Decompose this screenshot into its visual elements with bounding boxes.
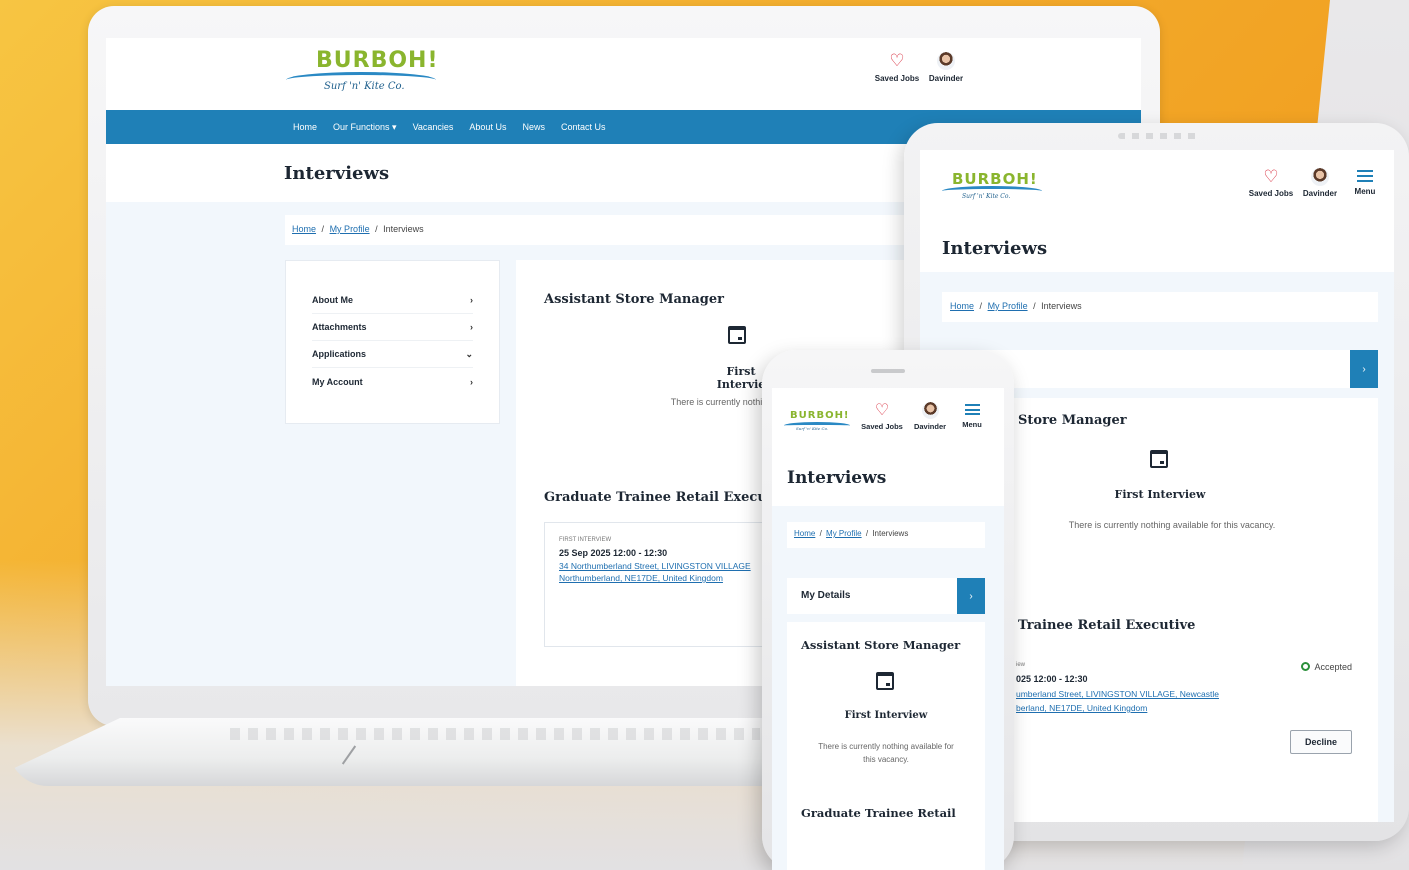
interviews-panel: Assistant Store Manager First Interview … bbox=[787, 622, 985, 870]
interview-address-link[interactable]: berland, NE17DE, United Kingdom bbox=[1016, 703, 1147, 713]
job-title: Assistant Store Manager bbox=[801, 638, 961, 652]
avatar bbox=[921, 402, 939, 419]
interview-stage: First Interview bbox=[844, 710, 928, 721]
breadcrumb-my-profile[interactable]: My Profile bbox=[330, 224, 370, 234]
menu-button[interactable]: Menu bbox=[1348, 170, 1382, 196]
interview-address-link[interactable]: umberland Street, LIVINGSTON VILLAGE, Ne… bbox=[1016, 689, 1219, 699]
hamburger-icon bbox=[964, 404, 980, 415]
job-title: Graduate Trainee Retail Executive bbox=[544, 490, 794, 505]
user-profile[interactable]: Davinder bbox=[1298, 168, 1342, 198]
interview-stage: First Interview bbox=[1114, 488, 1206, 501]
status-dot-icon bbox=[1301, 662, 1311, 671]
interview-address-link[interactable]: Northumberland, NE17DE, United Kingdom bbox=[559, 573, 723, 583]
interview-date: 25 Sep 2025 12:00 - 12:30 bbox=[559, 548, 668, 558]
chevron-right-icon: › bbox=[1362, 363, 1366, 375]
calendar-icon bbox=[728, 326, 746, 344]
job-title: Trainee Retail Executive bbox=[1018, 618, 1196, 633]
job-title: Store Manager bbox=[1018, 413, 1127, 428]
nav-about-us[interactable]: About Us bbox=[469, 122, 506, 132]
sidebar-item-my-account[interactable]: My Account › bbox=[312, 368, 473, 395]
nav-home[interactable]: Home bbox=[293, 122, 317, 132]
chevron-right-icon: › bbox=[470, 322, 473, 332]
interview-date: 025 12:00 - 12:30 bbox=[1016, 674, 1088, 684]
status-badge: Accepted bbox=[1301, 662, 1352, 672]
interview-card: iew 025 12:00 - 12:30 umberland Street, … bbox=[1002, 646, 1366, 766]
chevron-down-icon: ⌄ bbox=[465, 348, 473, 359]
brand-logo[interactable]: BURBOH! Surf 'n' Kite Co. bbox=[784, 408, 856, 438]
breadcrumb-current: Interviews bbox=[383, 224, 424, 234]
breadcrumb: Home / My Profile / Interviews bbox=[787, 522, 985, 548]
user-profile[interactable]: Davinder bbox=[908, 402, 952, 431]
avatar bbox=[1311, 168, 1329, 186]
saved-jobs-link[interactable]: ♡ Saved Jobs bbox=[1246, 167, 1296, 199]
expand-button[interactable]: › bbox=[1350, 350, 1378, 388]
site-header: BURBOH! Surf 'n' Kite Co. ♡ Saved Jobs D… bbox=[106, 38, 1141, 104]
interview-address-link[interactable]: 34 Northumberland Street, LIVINGSTON VIL… bbox=[559, 561, 751, 571]
menu-button[interactable]: Menu bbox=[956, 404, 988, 429]
decline-button[interactable]: Decline bbox=[1290, 730, 1352, 754]
brand-logo[interactable]: BURBOH! Surf 'n' Kite Co. bbox=[286, 48, 446, 98]
phone-screen: BURBOH! Surf 'n' Kite Co. ♡ Saved Jobs D… bbox=[772, 388, 1004, 870]
calendar-icon bbox=[1150, 450, 1168, 468]
heart-icon: ♡ bbox=[1263, 167, 1279, 186]
chevron-right-icon: › bbox=[470, 376, 473, 387]
avatar bbox=[937, 52, 955, 70]
breadcrumb: Home / My Profile / Interviews bbox=[942, 292, 1378, 322]
job-title: Assistant Store Manager bbox=[544, 292, 725, 307]
breadcrumb-my-profile[interactable]: My Profile bbox=[826, 529, 862, 538]
user-profile[interactable]: Davinder bbox=[924, 52, 968, 83]
page-title: Interviews bbox=[787, 468, 887, 488]
breadcrumb-my-profile[interactable]: My Profile bbox=[988, 301, 1028, 311]
sidebar-item-attachments[interactable]: Attachments › bbox=[312, 314, 473, 341]
interview-card: FIRST INTERVIEW 25 Sep 2025 12:00 - 12:3… bbox=[544, 522, 794, 647]
breadcrumb-home[interactable]: Home bbox=[950, 301, 974, 311]
breadcrumb-home[interactable]: Home bbox=[292, 224, 316, 234]
expand-button[interactable]: › bbox=[957, 578, 985, 614]
empty-state-text: There is currently nothing available for bbox=[818, 742, 954, 751]
calendar-icon bbox=[876, 672, 894, 690]
page-title: Interviews bbox=[284, 163, 390, 184]
page-title: Interviews bbox=[942, 238, 1048, 259]
job-title: Graduate Trainee Retail bbox=[801, 806, 956, 820]
nav-contact-us[interactable]: Contact Us bbox=[561, 122, 606, 132]
heart-icon: ♡ bbox=[874, 402, 890, 419]
heart-icon: ♡ bbox=[889, 51, 905, 70]
breadcrumb-home[interactable]: Home bbox=[794, 529, 815, 538]
empty-state-text: There is currently nothing available for… bbox=[1068, 520, 1276, 530]
nav-news[interactable]: News bbox=[522, 122, 545, 132]
brand-logo[interactable]: BURBOH! Surf 'n' Kite Co. bbox=[940, 168, 1050, 208]
nav-vacancies[interactable]: Vacancies bbox=[413, 122, 454, 132]
sidebar-item-applications[interactable]: Applications ⌄ bbox=[312, 341, 473, 368]
saved-jobs-link[interactable]: ♡ Saved Jobs bbox=[873, 51, 921, 84]
chevron-right-icon: › bbox=[470, 295, 473, 305]
saved-jobs-link[interactable]: ♡ Saved Jobs bbox=[858, 402, 906, 431]
my-details-accordion[interactable]: My Details › bbox=[787, 578, 985, 614]
hamburger-icon bbox=[1357, 170, 1373, 182]
profile-sidebar: About Me › Attachments › Applications ⌄ My … bbox=[285, 260, 500, 424]
chevron-right-icon: › bbox=[969, 590, 973, 602]
nav-our-functions[interactable]: Our Functions ▾ bbox=[333, 122, 397, 133]
sidebar-item-about-me[interactable]: About Me › bbox=[312, 287, 473, 314]
